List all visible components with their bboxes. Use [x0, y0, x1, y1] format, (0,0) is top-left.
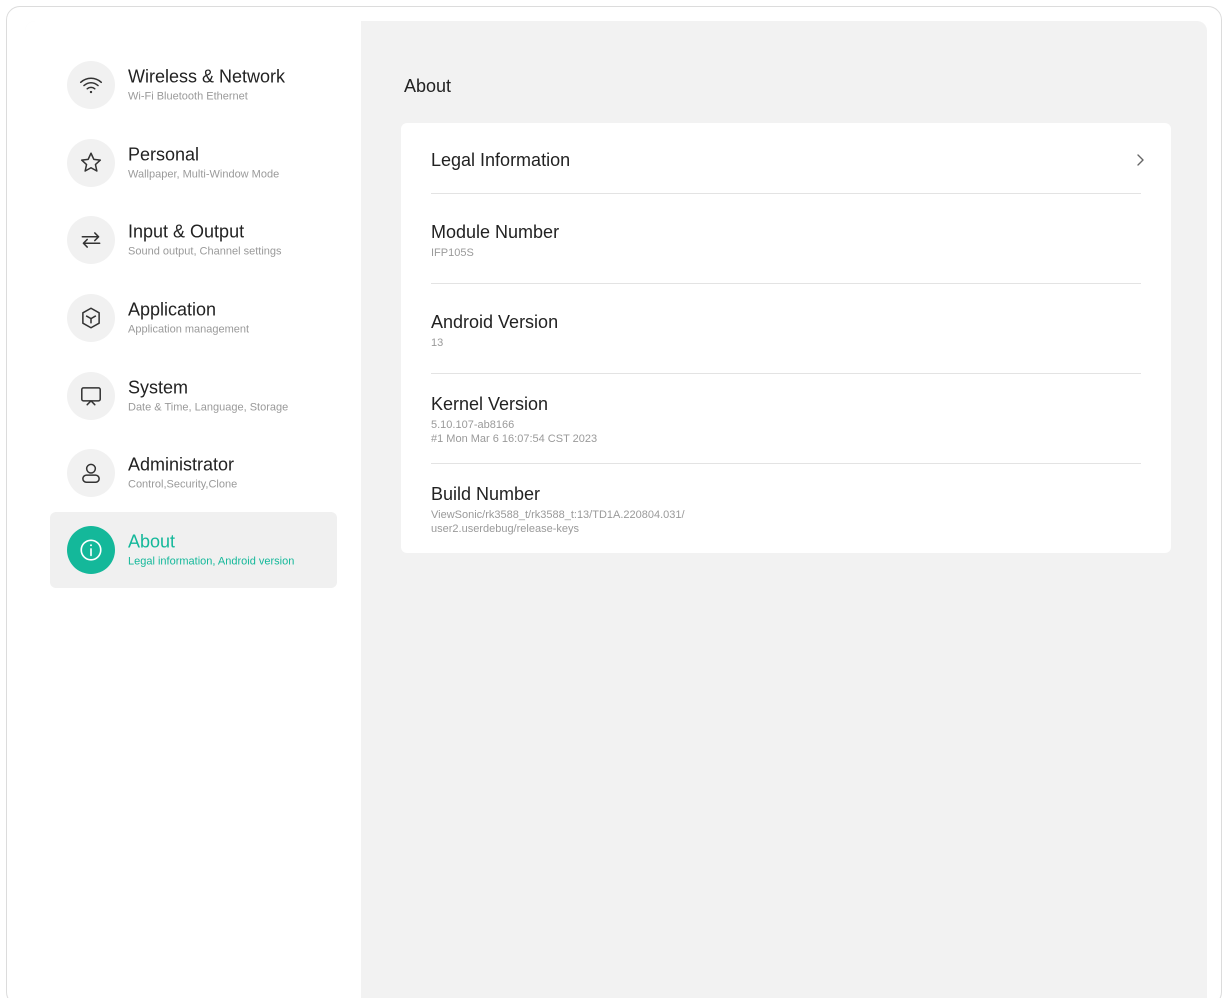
- sidebar-item-title: Wireless & Network: [128, 66, 286, 87]
- settings-screen: Wireless & Network Wi-Fi Bluetooth Ether…: [25, 21, 1207, 998]
- row-value: 13: [431, 337, 444, 349]
- module-number-row: Module Number IFP105S: [431, 221, 1141, 260]
- sidebar-item-title: Application: [128, 299, 217, 320]
- row-value: ViewSonic/rk3588_t/rk3588_t:13/TD1A.2208…: [431, 508, 1141, 536]
- main-panel: About Legal Information Module Number IF…: [361, 21, 1207, 998]
- chevron-right-icon[interactable]: [1133, 153, 1147, 167]
- info-icon: [67, 526, 115, 574]
- value-line: ViewSonic/rk3588_t/rk3588_t:13/TD1A.2208…: [431, 509, 685, 521]
- sidebar-item-wireless-network[interactable]: Wireless & Network Wi-Fi Bluetooth Ether…: [50, 47, 337, 123]
- monitor-icon: [67, 372, 115, 420]
- row-value: IFP105S: [431, 247, 474, 259]
- page-title: About: [404, 76, 452, 96]
- sidebar-item-title: Input & Output: [128, 221, 245, 242]
- swap-arrows-icon: [67, 216, 115, 264]
- sidebar-item-subtitle: Sound output, Channel settings: [128, 245, 282, 258]
- row-title: Module Number: [431, 222, 560, 242]
- sidebar-item-title: System: [128, 377, 189, 398]
- divider: [431, 373, 1141, 374]
- divider: [431, 283, 1141, 284]
- sidebar-item-about[interactable]: About Legal information, Android version: [50, 512, 337, 588]
- row-title: Build Number: [431, 484, 541, 504]
- device-frame: Wireless & Network Wi-Fi Bluetooth Ether…: [6, 6, 1222, 998]
- android-version-row: Android Version 13: [431, 311, 1141, 350]
- sidebar-item-subtitle: Wallpaper, Multi-Window Mode: [128, 168, 280, 181]
- legal-information-row[interactable]: Legal Information: [431, 149, 1141, 189]
- star-icon: [67, 139, 115, 187]
- about-card: Legal Information Module Number IFP105S …: [401, 123, 1171, 553]
- row-value: 5.10.107-ab8166 #1 Mon Mar 6 16:07:54 CS…: [431, 418, 1141, 446]
- row-title: Android Version: [431, 312, 559, 332]
- sidebar-item-input-output[interactable]: Input & Output Sound output, Channel set…: [50, 202, 337, 278]
- sidebar-item-administrator[interactable]: Administrator Control,Security,Clone: [50, 435, 337, 511]
- sidebar-item-title: Personal: [128, 144, 200, 165]
- kernel-version-row: Kernel Version 5.10.107-ab8166 #1 Mon Ma…: [431, 393, 1141, 446]
- sidebar: Wireless & Network Wi-Fi Bluetooth Ether…: [25, 21, 361, 998]
- cube-icon: [67, 294, 115, 342]
- sidebar-item-subtitle: Legal information, Android version: [128, 555, 295, 568]
- sidebar-item-application[interactable]: Application Application management: [50, 280, 337, 356]
- value-line: #1 Mon Mar 6 16:07:54 CST 2023: [431, 433, 598, 445]
- divider: [431, 193, 1141, 194]
- build-number-row: Build Number ViewSonic/rk3588_t/rk3588_t…: [431, 483, 1141, 536]
- value-line: user2.userdebug/release-keys: [431, 523, 579, 535]
- wifi-icon: [67, 61, 115, 109]
- sidebar-item-title: About: [128, 531, 176, 552]
- row-title: Legal Information: [431, 150, 571, 170]
- sidebar-item-title: Administrator: [128, 454, 235, 475]
- value-line: 5.10.107-ab8166: [431, 419, 515, 431]
- row-title: Kernel Version: [431, 394, 549, 414]
- sidebar-item-system[interactable]: System Date & Time, Language, Storage: [50, 358, 337, 434]
- divider: [431, 463, 1141, 464]
- sidebar-item-subtitle: Date & Time, Language, Storage: [128, 401, 289, 414]
- user-icon: [67, 449, 115, 497]
- sidebar-item-subtitle: Wi-Fi Bluetooth Ethernet: [128, 90, 248, 103]
- sidebar-item-personal[interactable]: Personal Wallpaper, Multi-Window Mode: [50, 125, 337, 201]
- sidebar-item-subtitle: Control,Security,Clone: [128, 478, 238, 491]
- sidebar-item-subtitle: Application management: [128, 323, 250, 336]
